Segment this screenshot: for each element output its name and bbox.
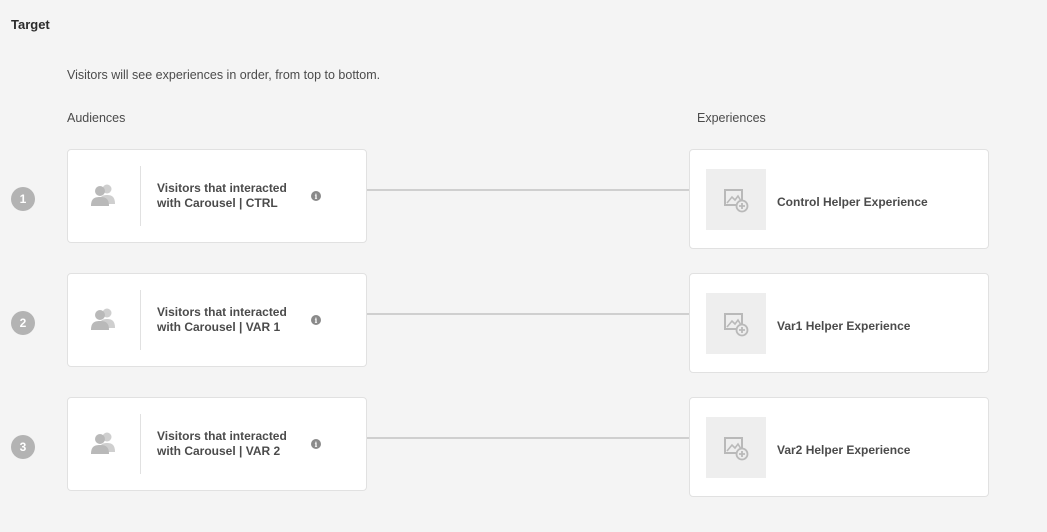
experience-name: Var1 Helper Experience [777, 319, 911, 333]
step-number-badge: 3 [11, 435, 35, 459]
image-add-icon [706, 169, 766, 230]
audience-experience-row: 1 Visitors that interacted with Carousel… [0, 149, 1047, 249]
connector-line [367, 313, 690, 315]
audience-name-line: Visitors that interacted [157, 305, 287, 319]
intro-text: Visitors will see experiences in order, … [67, 68, 381, 82]
info-icon[interactable]: i [311, 315, 321, 325]
users-icon [90, 431, 118, 455]
connector-line [367, 437, 690, 439]
audience-name: Visitors that interacted with Carousel |… [157, 181, 297, 211]
audience-name-line: with Carousel | VAR 2 [157, 444, 281, 458]
experience-card[interactable]: Control Helper Experience [689, 149, 989, 249]
audience-name: Visitors that interacted with Carousel |… [157, 305, 297, 335]
experiences-column-heading: Experiences [697, 111, 766, 125]
audience-name-line: Visitors that interacted [157, 429, 287, 443]
audience-name-line: with Carousel | VAR 1 [157, 320, 281, 334]
audience-experience-row: 3 Visitors that interacted with Carousel… [0, 397, 1047, 497]
audience-name-line: with Carousel | CTRL [157, 196, 278, 210]
experience-name: Control Helper Experience [777, 195, 928, 209]
info-icon[interactable]: i [311, 191, 321, 201]
audience-card[interactable]: Visitors that interacted with Carousel |… [67, 397, 367, 491]
audience-name-line: Visitors that interacted [157, 181, 287, 195]
audience-card[interactable]: Visitors that interacted with Carousel |… [67, 273, 367, 367]
experience-card[interactable]: Var2 Helper Experience [689, 397, 989, 497]
experience-card[interactable]: Var1 Helper Experience [689, 273, 989, 373]
audiences-column-heading: Audiences [67, 111, 126, 125]
info-icon[interactable]: i [311, 439, 321, 449]
audience-name: Visitors that interacted with Carousel |… [157, 429, 297, 459]
audience-experience-row: 2 Visitors that interacted with Carousel… [0, 273, 1047, 373]
card-divider [140, 166, 141, 226]
card-divider [140, 290, 141, 350]
target-panel: Target Visitors will see experiences in … [0, 0, 1047, 532]
users-icon [90, 183, 118, 207]
audience-card[interactable]: Visitors that interacted with Carousel |… [67, 149, 367, 243]
step-number-badge: 2 [11, 311, 35, 335]
image-add-icon [706, 293, 766, 354]
card-divider [140, 414, 141, 474]
connector-line [367, 189, 690, 191]
experience-name: Var2 Helper Experience [777, 443, 911, 457]
step-number-badge: 1 [11, 187, 35, 211]
section-title: Target [11, 17, 50, 32]
users-icon [90, 307, 118, 331]
image-add-icon [706, 417, 766, 478]
